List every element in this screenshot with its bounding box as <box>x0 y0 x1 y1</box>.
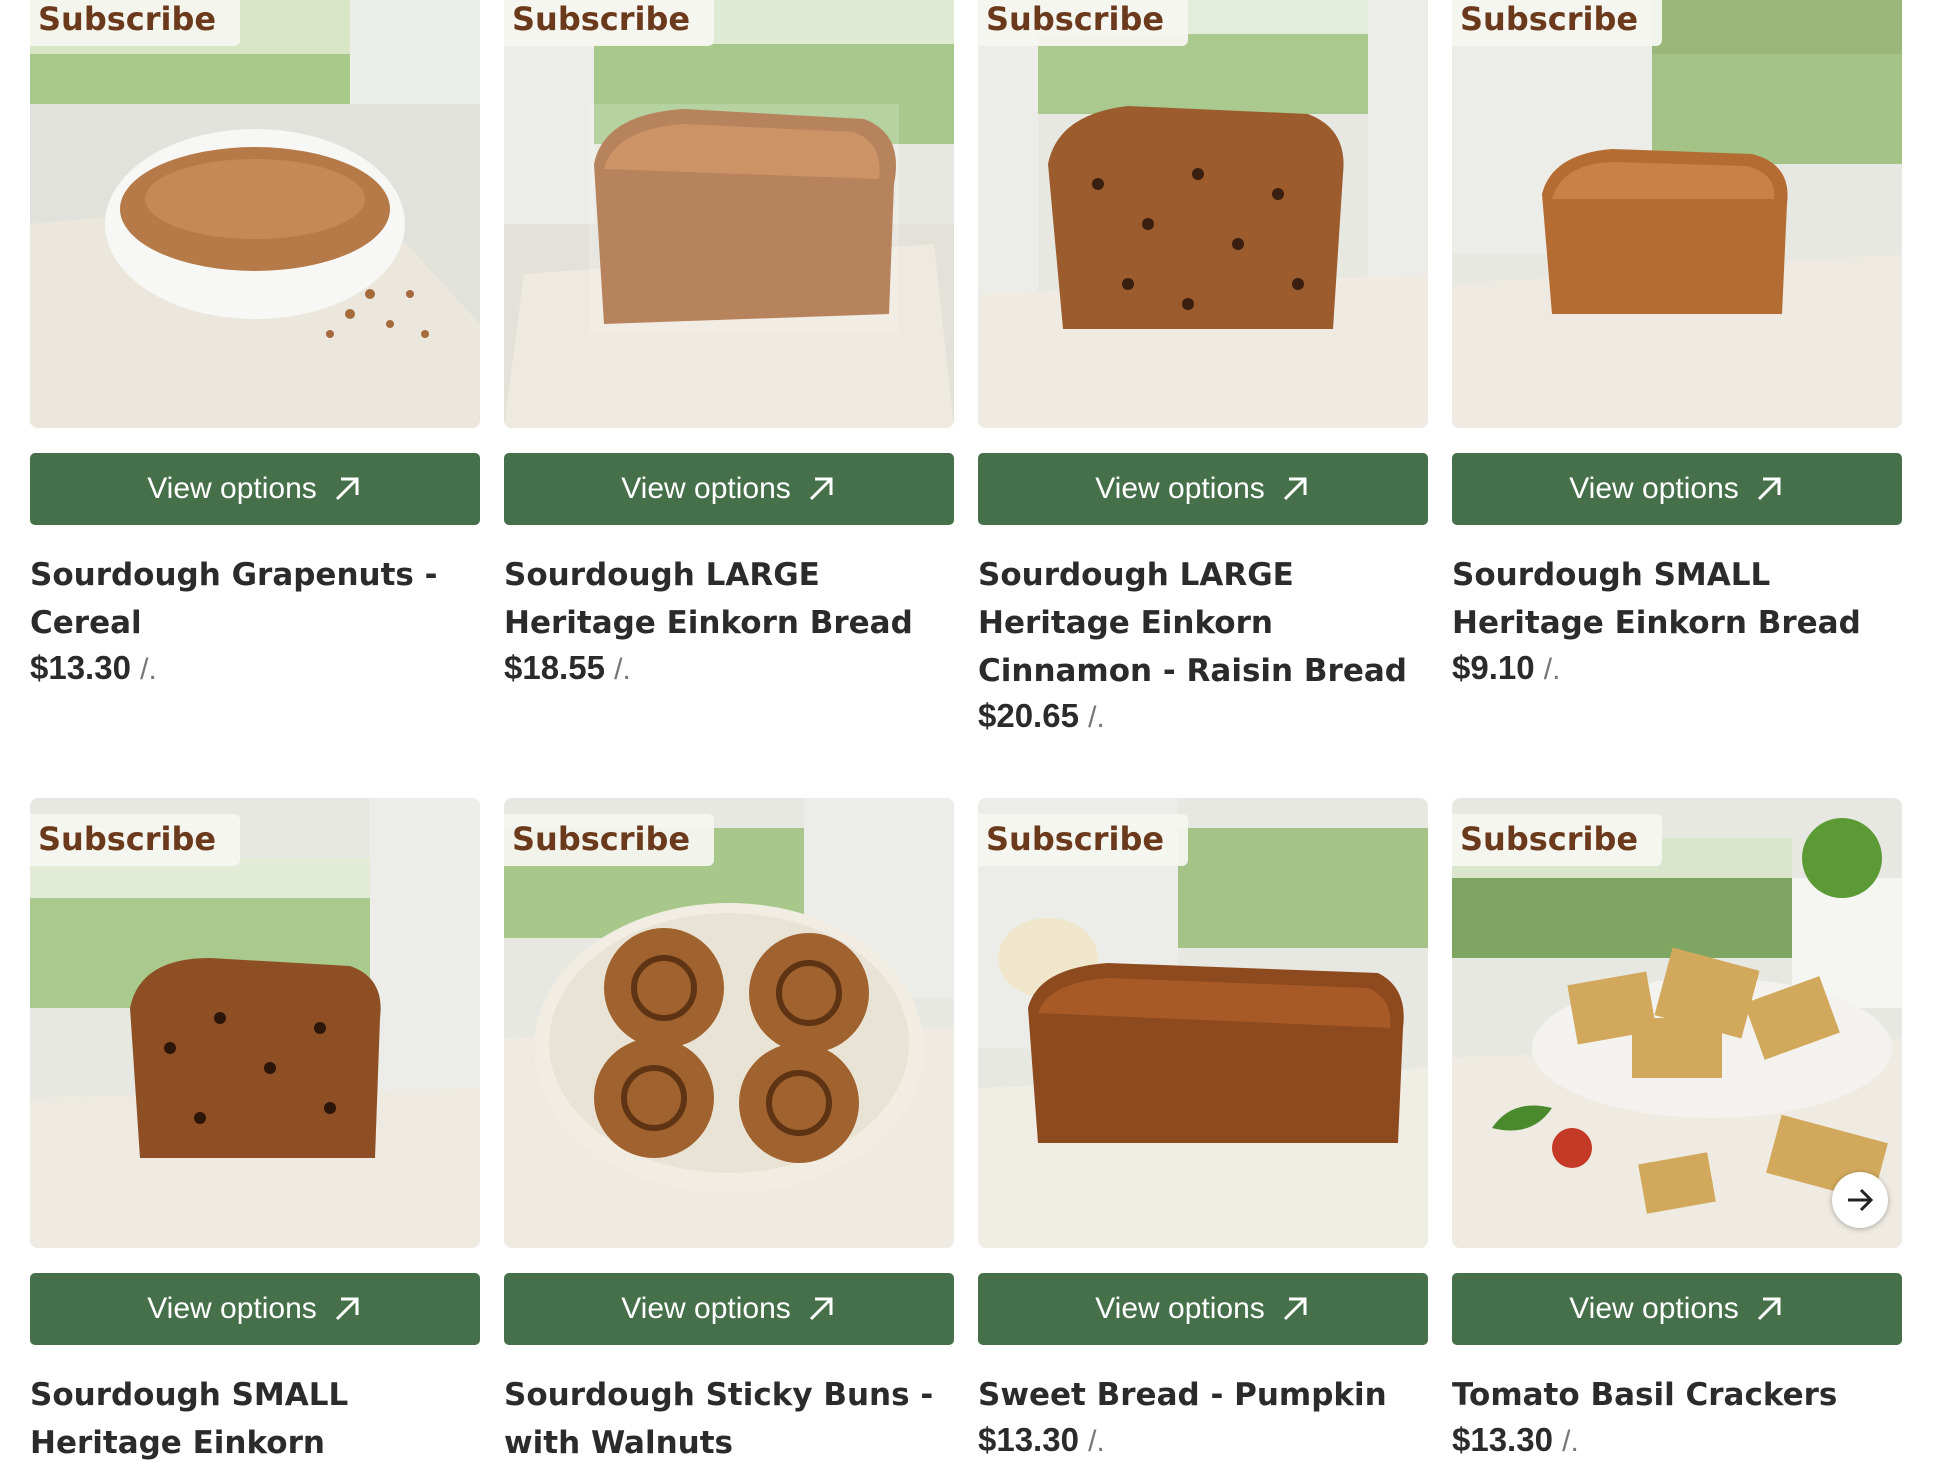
product-title[interactable]: Sourdough SMALL Heritage Einkorn Bread <box>1452 551 1902 647</box>
product-title[interactable]: Sourdough LARGE Heritage Einkorn Cinnamo… <box>978 551 1428 695</box>
product-image-small-einkorn[interactable]: Subscribe <box>1452 0 1902 428</box>
product-card[interactable]: Subscribe View options Tomato Basil Crac… <box>1452 798 1902 1459</box>
price-unit: /. <box>1562 1425 1579 1458</box>
subscribe-badge: Subscribe <box>978 0 1189 46</box>
product-price: $13.30 /. <box>30 649 480 687</box>
product-card[interactable]: Subscribe View options Sourdough Grapenu… <box>30 0 480 687</box>
subscribe-badge: Subscribe <box>504 0 715 46</box>
price-unit: /. <box>140 653 157 686</box>
view-options-button[interactable]: View options <box>978 1273 1428 1345</box>
product-image-large-cinnamon-raisin[interactable]: Subscribe <box>978 0 1428 428</box>
view-options-label: View options <box>1095 472 1265 505</box>
price-unit: /. <box>1088 701 1105 734</box>
large-einkorn-image <box>504 0 954 428</box>
product-card[interactable]: Subscribe View options Sourdough LARGE H… <box>504 0 954 687</box>
product-price: $9.10 /. <box>1452 649 1902 687</box>
arrow-up-right-icon <box>335 477 359 501</box>
large-cinnamon-raisin-image <box>978 0 1428 428</box>
view-options-label: View options <box>1095 1292 1265 1325</box>
product-title[interactable]: Sourdough Sticky Buns - with Walnuts <box>504 1371 954 1467</box>
price-unit: /. <box>614 653 631 686</box>
view-options-label: View options <box>147 1292 317 1325</box>
grapenuts-image <box>30 0 480 428</box>
view-options-label: View options <box>1569 1292 1739 1325</box>
price-amount: $9.10 <box>1452 649 1535 686</box>
product-image-tomato-basil-crackers[interactable]: Subscribe <box>1452 798 1902 1248</box>
price-amount: $20.65 <box>978 697 1079 734</box>
product-card[interactable]: Subscribe View options Sourdough LARGE H… <box>978 0 1428 735</box>
product-title[interactable]: Sweet Bread - Pumpkin <box>978 1371 1428 1419</box>
product-title[interactable]: Sourdough LARGE Heritage Einkorn Bread <box>504 551 954 647</box>
view-options-button[interactable]: View options <box>1452 1273 1902 1345</box>
price-unit: /. <box>1088 1425 1105 1458</box>
subscribe-badge: Subscribe <box>978 814 1189 866</box>
view-options-label: View options <box>147 472 317 505</box>
arrow-up-right-icon <box>809 1297 833 1321</box>
arrow-right-icon <box>1848 1188 1874 1212</box>
subscribe-badge: Subscribe <box>1452 814 1663 866</box>
arrow-up-right-icon <box>1757 1297 1781 1321</box>
price-amount: $13.30 <box>978 1421 1079 1458</box>
product-image-pumpkin-bread[interactable]: Subscribe <box>978 798 1428 1248</box>
arrow-up-right-icon <box>809 477 833 501</box>
product-image-small-cinnamon-raisin[interactable]: Subscribe <box>30 798 480 1248</box>
view-options-button[interactable]: View options <box>30 1273 480 1345</box>
subscribe-badge: Subscribe <box>1452 0 1663 46</box>
view-options-button[interactable]: View options <box>978 453 1428 525</box>
product-image-large-einkorn[interactable]: Subscribe <box>504 0 954 428</box>
arrow-up-right-icon <box>1283 477 1307 501</box>
view-options-button[interactable]: View options <box>30 453 480 525</box>
product-price: $18.55 /. <box>504 649 954 687</box>
product-price: $20.65 /. <box>978 697 1428 735</box>
view-options-label: View options <box>1569 472 1739 505</box>
product-grid: Subscribe View options Sourdough Grapenu… <box>0 0 1935 1476</box>
product-card[interactable]: Subscribe View options Sourdough Sticky … <box>504 798 954 1467</box>
price-amount: $13.30 <box>1452 1421 1553 1458</box>
view-options-button[interactable]: View options <box>504 1273 954 1345</box>
view-options-label: View options <box>621 1292 791 1325</box>
price-amount: $13.30 <box>30 649 131 686</box>
product-price: $13.30 /. <box>978 1421 1428 1459</box>
product-price: $13.30 /. <box>1452 1421 1902 1459</box>
product-image-sticky-buns[interactable]: Subscribe <box>504 798 954 1248</box>
subscribe-badge: Subscribe <box>30 814 241 866</box>
arrow-up-right-icon <box>1757 477 1781 501</box>
product-card[interactable]: Subscribe View options Sourdough SMALL H… <box>1452 0 1902 687</box>
product-card[interactable]: Subscribe View options Sourdough SMALL H… <box>30 798 480 1476</box>
price-unit: /. <box>1543 653 1561 686</box>
view-options-button[interactable]: View options <box>1452 453 1902 525</box>
price-amount: $18.55 <box>504 649 605 686</box>
view-options-label: View options <box>621 472 791 505</box>
view-options-button[interactable]: View options <box>504 453 954 525</box>
product-card[interactable]: Subscribe View options Sweet Bread - Pum… <box>978 798 1428 1459</box>
product-image-grapenuts[interactable]: Subscribe <box>30 0 480 428</box>
arrow-up-right-icon <box>335 1297 359 1321</box>
product-title[interactable]: Sourdough Grapenuts - Cereal <box>30 551 480 647</box>
arrow-up-right-icon <box>1283 1297 1307 1321</box>
subscribe-badge: Subscribe <box>504 814 715 866</box>
carousel-next-button[interactable] <box>1832 1172 1888 1228</box>
subscribe-badge: Subscribe <box>30 0 241 46</box>
small-einkorn-image <box>1452 0 1902 428</box>
product-title[interactable]: Sourdough SMALL Heritage Einkorn Cinnamo… <box>30 1371 480 1476</box>
product-title[interactable]: Tomato Basil Crackers <box>1452 1371 1902 1419</box>
